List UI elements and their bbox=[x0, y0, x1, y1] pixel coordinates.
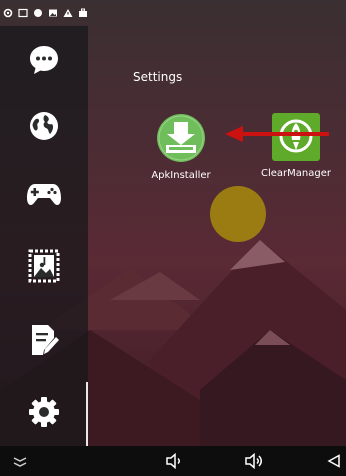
back-icon bbox=[327, 454, 340, 468]
app-label: ClearManager bbox=[261, 168, 331, 179]
volume-up-button[interactable] bbox=[244, 452, 264, 470]
sidebar-active-indicator bbox=[86, 382, 88, 450]
sidebar-item-games[interactable] bbox=[24, 174, 64, 214]
sidebar-item-media[interactable] bbox=[24, 246, 64, 286]
gear-icon bbox=[29, 397, 59, 427]
section-title: Settings bbox=[133, 70, 183, 84]
gamepad-icon bbox=[27, 184, 61, 206]
sidebar-item-notes[interactable] bbox=[24, 320, 64, 360]
sidebar-item-settings[interactable] bbox=[24, 392, 64, 432]
globe-icon bbox=[30, 112, 58, 140]
status-bar bbox=[0, 0, 346, 26]
volume-down-button[interactable] bbox=[164, 452, 184, 470]
sidebar-item-browser[interactable] bbox=[24, 106, 64, 146]
gallery-icon bbox=[48, 8, 58, 18]
app-label: ApkInstaller bbox=[151, 170, 211, 181]
sidebar-item-messages[interactable] bbox=[24, 40, 64, 80]
document-edit-icon bbox=[32, 325, 59, 355]
back-button[interactable] bbox=[324, 452, 344, 470]
circle-icon bbox=[33, 8, 43, 18]
sidebar bbox=[0, 26, 88, 446]
app-clearmanager[interactable]: ClearManager bbox=[251, 112, 341, 179]
warning-icon bbox=[63, 8, 73, 18]
volume-up-icon bbox=[245, 453, 262, 469]
menu-icon bbox=[13, 457, 27, 467]
menu-button[interactable] bbox=[10, 452, 30, 470]
app-apkinstaller[interactable]: ApkInstaller bbox=[136, 112, 226, 181]
red-arrow-annotation bbox=[225, 126, 329, 142]
settings-icon bbox=[3, 8, 13, 18]
briefcase-icon bbox=[78, 8, 88, 18]
volume-down-icon bbox=[166, 453, 180, 469]
screen-icon bbox=[18, 8, 28, 18]
chat-icon bbox=[30, 46, 58, 74]
music-image-icon bbox=[28, 249, 60, 283]
navigation-bar bbox=[0, 446, 346, 476]
apk-installer-icon bbox=[157, 114, 205, 162]
